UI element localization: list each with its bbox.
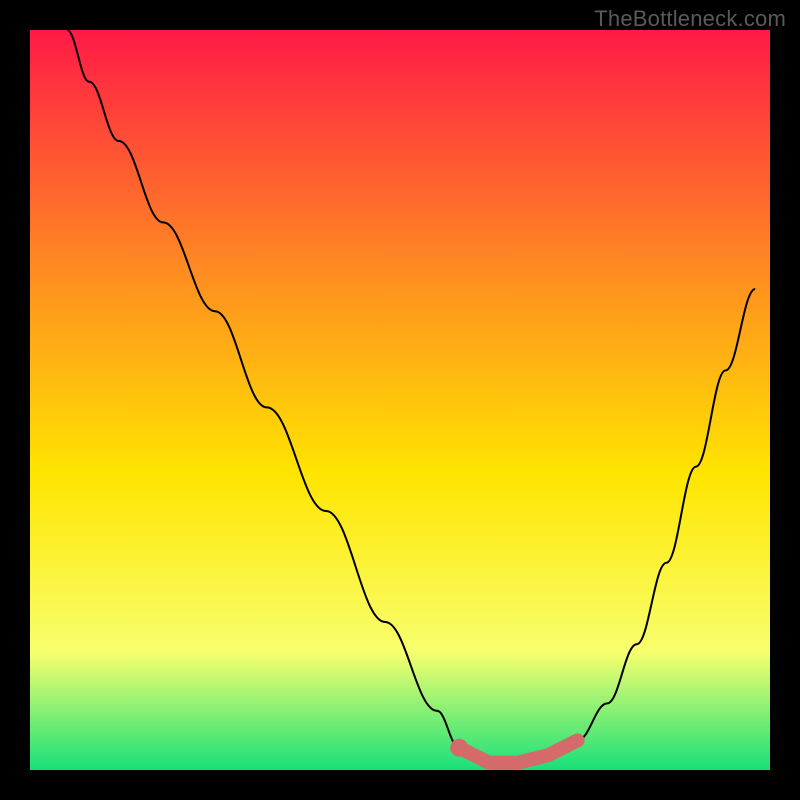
plot-area xyxy=(30,30,770,770)
chart-frame: TheBottleneck.com xyxy=(0,0,800,800)
watermark-label: TheBottleneck.com xyxy=(594,6,786,32)
highlight-dot xyxy=(450,739,468,757)
gradient-bg xyxy=(30,30,770,770)
plot-svg xyxy=(30,30,770,770)
